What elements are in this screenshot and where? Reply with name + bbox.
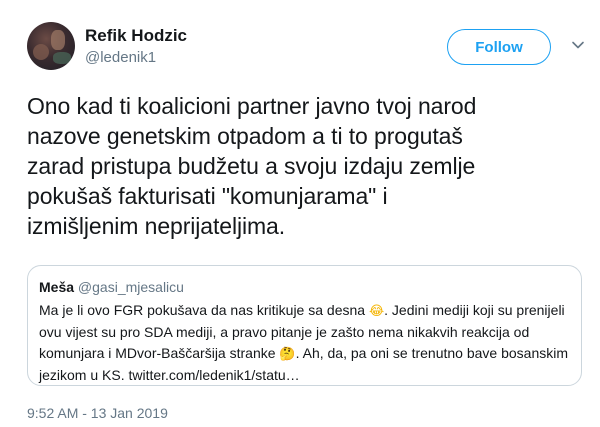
- quoted-line: Ma je li ovo FGR pokušava da nas kritiku…: [39, 302, 565, 319]
- avatar[interactable]: [27, 22, 75, 70]
- tweet-line: izmišljenim neprijateljima.: [27, 213, 286, 239]
- quoted-tweet-header: Meša @gasi_mjesalicu: [39, 278, 570, 296]
- tweet-line: pokušaš fakturisati "komunjarama" i: [27, 183, 388, 209]
- tweet-line: zarad pristupa budžetu a svoju izdaju ze…: [27, 153, 476, 179]
- author-handle[interactable]: @ledenik1: [85, 48, 187, 68]
- quoted-tweet-text: Ma je li ovo FGR pokušava da nas kritiku…: [39, 300, 570, 386]
- chevron-down-icon[interactable]: [571, 38, 585, 52]
- author-display-name[interactable]: Refik Hodzic: [85, 25, 187, 47]
- tweet-header: Refik Hodzic @ledenik1 Follow: [27, 22, 587, 74]
- tweet-line: nazove genetskim otpadom a ti to proguta…: [27, 123, 463, 149]
- tweet-text: Ono kad ti koalicioni partner javno tvoj…: [27, 91, 582, 241]
- quoted-line: ovu vijest su pro SDA mediji, a pravo pi…: [39, 324, 530, 340]
- quoted-line: komunjara i MDvor-Baščaršija stranke 🤔. …: [39, 345, 569, 362]
- follow-button[interactable]: Follow: [447, 29, 551, 65]
- tweet-line: Ono kad ti koalicioni partner javno tvoj…: [27, 93, 477, 119]
- author-names: Refik Hodzic @ledenik1: [85, 25, 187, 68]
- quoted-author-handle: @gasi_mjesalicu: [77, 279, 184, 295]
- thinking-emoji-icon: 🤔: [279, 347, 296, 362]
- laughing-emoji-icon: 😂: [368, 304, 385, 319]
- tweet-timestamp[interactable]: 9:52 AM - 13 Jan 2019: [27, 404, 168, 422]
- quoted-line-link[interactable]: jezikom u KS. twitter.com/ledenik1/statu…: [39, 365, 570, 386]
- quoted-author-name: Meša: [39, 279, 75, 295]
- quoted-tweet-card[interactable]: Meša @gasi_mjesalicu Ma je li ovo FGR po…: [27, 265, 582, 386]
